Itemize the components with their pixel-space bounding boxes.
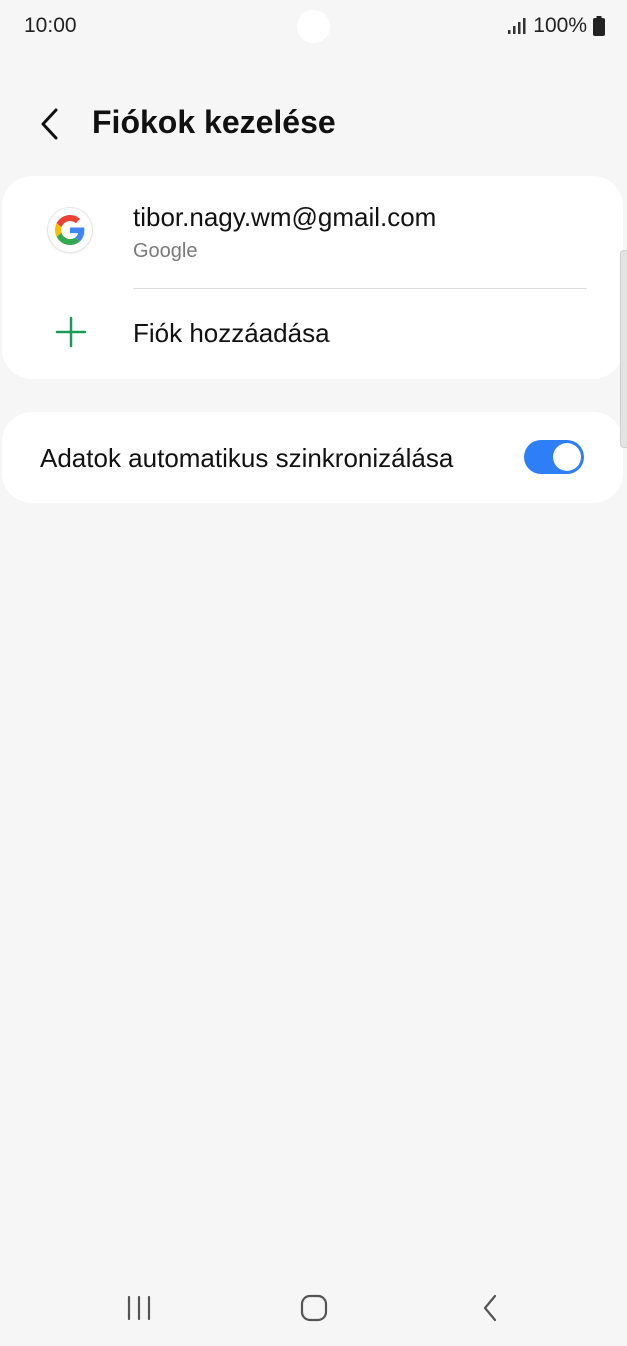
status-indicators: 100% [507,14,605,38]
screen: 10:00 100% Fiókok kezelése tibor.nagy.wm… [0,0,627,1346]
recents-icon[interactable] [117,1290,161,1326]
front-camera [297,10,330,43]
account-type: Google [133,240,198,262]
plus-icon [54,315,88,349]
status-time: 10:00 [24,14,77,37]
app-header: Fiókok kezelése [0,92,627,156]
auto-sync-toggle[interactable] [524,440,584,474]
add-account-label: Fiók hozzáadása [133,318,330,348]
signal-bars-icon [507,17,527,35]
account-item-google[interactable]: tibor.nagy.wm@gmail.com Google [2,176,623,288]
battery-icon [593,16,605,36]
page-title: Fiókok kezelése [92,104,336,140]
home-icon[interactable] [292,1290,336,1326]
toggle-knob [553,443,581,471]
auto-sync-card: Adatok automatikus szinkronizálása [2,412,623,503]
battery-percentage: 100% [533,14,587,37]
chevron-left-icon[interactable] [34,104,70,144]
auto-sync-label: Adatok automatikus szinkronizálása [40,443,454,473]
google-icon [48,208,92,252]
accounts-card: tibor.nagy.wm@gmail.com Google Fiók hozz… [2,176,623,379]
add-account-button[interactable]: Fiók hozzáadása [2,289,623,379]
navigation-bar [0,1270,627,1346]
status-bar: 10:00 100% [0,0,627,56]
account-email: tibor.nagy.wm@gmail.com [133,202,437,232]
back-icon[interactable] [468,1290,512,1326]
scrollbar-handle[interactable] [620,250,627,448]
